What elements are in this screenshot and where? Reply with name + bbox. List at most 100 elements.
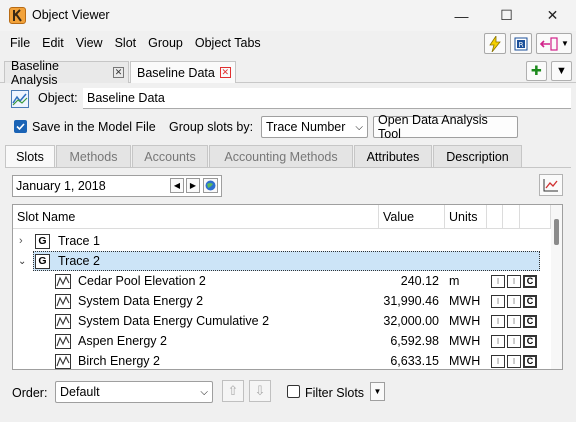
group-by-select[interactable]: Trace Number ⌵	[261, 116, 368, 138]
doc-tab-label: Baseline Data	[137, 65, 215, 80]
menu-slot[interactable]: Slot	[109, 31, 143, 55]
flag-c-icon: C	[523, 274, 537, 288]
column-header-units[interactable]: Units	[445, 205, 487, 229]
group-icon: G	[35, 253, 50, 269]
close-button[interactable]: ✕	[530, 0, 575, 31]
flag-c-icon: C	[523, 294, 537, 308]
chevron-down-icon: ⌵	[200, 386, 208, 398]
group-row-trace-1[interactable]: › G Trace 1	[13, 231, 551, 251]
slot-value[interactable]: 31,990.46	[379, 291, 439, 311]
maximize-button[interactable]: ☐	[484, 0, 529, 31]
table-row[interactable]: Aspen Energy 2 6,592.98 MWH ⁝ ⁝ C	[13, 331, 551, 351]
filter-menu-button[interactable]: ▼	[370, 382, 385, 401]
flag-c-icon: C	[523, 334, 537, 348]
tab-description[interactable]: Description	[433, 145, 522, 168]
order-select[interactable]: Default ⌵	[55, 381, 213, 403]
table-row[interactable]: Cedar Pool Elevation 2 240.12 m ⁝ ⁝ C	[13, 271, 551, 291]
globe-icon	[205, 180, 216, 191]
menu-group[interactable]: Group	[142, 31, 189, 55]
object-name-field[interactable]: Baseline Data	[83, 88, 571, 109]
column-header-flag-1[interactable]	[487, 205, 503, 229]
close-tab-icon[interactable]: ✕	[113, 67, 124, 78]
table-row[interactable]: Birch Energy 2 6,633.15 MWH ⁝ ⁝ C	[13, 351, 551, 369]
chevron-down-icon: ▼	[556, 65, 567, 77]
doc-tab-baseline-data[interactable]: Baseline Data ✕	[130, 61, 236, 83]
previous-date-button[interactable]: ◀	[170, 178, 184, 193]
slot-value[interactable]: 240.12	[379, 271, 439, 291]
slot-units: MWH	[449, 334, 481, 348]
slot-name: System Data Energy 2	[78, 294, 204, 308]
slot-units: MWH	[449, 314, 481, 328]
plot-button[interactable]	[539, 174, 563, 196]
menu-object-tabs[interactable]: Object Tabs	[189, 31, 267, 55]
save-in-model-checkbox[interactable]	[14, 120, 27, 133]
document-icon: R	[514, 37, 528, 50]
slot-units: m	[449, 274, 460, 288]
navigate-back-menu-button[interactable]: ▼	[536, 33, 572, 54]
menu-edit[interactable]: Edit	[36, 31, 70, 55]
flag-box-icon: ⁝	[491, 354, 505, 368]
flag-box-icon: ⁝	[507, 334, 521, 348]
slot-value[interactable]: 32,000.00	[379, 311, 439, 331]
flag-box-icon: ⁝	[507, 274, 521, 288]
slot-units: MWH	[449, 354, 481, 368]
tab-accounts[interactable]: Accounts	[132, 145, 208, 168]
menu-file[interactable]: File	[4, 31, 36, 55]
object-ref-button[interactable]: R	[510, 33, 532, 54]
slot-units: MWH	[449, 294, 481, 308]
series-slot-icon	[55, 333, 71, 349]
column-header-flag-3[interactable]	[520, 205, 551, 229]
slot-name: Cedar Pool Elevation 2	[78, 274, 206, 288]
series-slot-icon	[55, 313, 71, 329]
group-row-trace-2[interactable]: ⌄ G Trace 2	[13, 251, 551, 271]
chevron-down-icon: ▼	[561, 39, 569, 48]
group-label: Trace 1	[58, 234, 100, 248]
slot-value[interactable]: 6,592.98	[379, 331, 439, 351]
add-tab-button[interactable]: ✚	[526, 61, 547, 81]
scrollbar-thumb[interactable]	[554, 219, 559, 245]
column-header-value[interactable]: Value	[379, 205, 445, 229]
flag-box-icon: ⁝	[507, 314, 521, 328]
move-up-button[interactable]: ⇧	[222, 380, 244, 402]
calendar-globe-button[interactable]	[203, 178, 218, 193]
tab-methods[interactable]: Methods	[56, 145, 131, 168]
collapse-chevron-icon[interactable]: ⌄	[18, 251, 26, 271]
table-row[interactable]: System Data Energy Cumulative 2 32,000.0…	[13, 311, 551, 331]
tab-attributes[interactable]: Attributes	[354, 145, 432, 168]
slot-name: Birch Energy 2	[78, 354, 160, 368]
table-row[interactable]: System Data Energy 2 31,990.46 MWH ⁝ ⁝ C	[13, 291, 551, 311]
column-header-slot-name[interactable]: Slot Name	[13, 205, 379, 229]
doc-tab-baseline-analysis[interactable]: Baseline Analysis ✕	[4, 59, 129, 87]
series-slot-icon	[55, 353, 71, 369]
object-label: Object:	[38, 91, 78, 105]
flag-c-icon: C	[523, 314, 537, 328]
next-date-button[interactable]: ▶	[186, 178, 200, 193]
object-type-icon	[11, 90, 29, 108]
plus-icon: ✚	[531, 63, 542, 78]
flag-box-icon: ⁝	[507, 354, 521, 368]
filter-slots-label: Filter Slots	[305, 386, 365, 400]
slot-table: Slot Name Value Units › G Trace 1 ⌄ G Tr…	[12, 204, 563, 370]
menu-view[interactable]: View	[70, 31, 109, 55]
close-tab-icon[interactable]: ✕	[219, 67, 231, 78]
flag-box-icon: ⁝	[491, 294, 505, 308]
tab-list-button[interactable]: ▼	[551, 61, 572, 81]
move-down-button[interactable]: ⇩	[249, 380, 271, 402]
order-label: Order:	[12, 386, 48, 400]
order-value: Default	[60, 385, 100, 399]
minimize-button[interactable]: —	[439, 0, 484, 31]
group-by-label: Group slots by:	[169, 120, 254, 134]
column-header-flag-2[interactable]	[503, 205, 520, 229]
svg-text:R: R	[519, 41, 524, 49]
slot-value[interactable]: 6,633.15	[379, 351, 439, 369]
flag-box-icon: ⁝	[491, 334, 505, 348]
tab-slots[interactable]: Slots	[5, 145, 55, 168]
run-lightning-button[interactable]	[484, 33, 506, 54]
flag-c-icon: C	[523, 354, 537, 368]
filter-slots-checkbox[interactable]	[287, 385, 300, 398]
tab-accounting-methods[interactable]: Accounting Methods	[209, 145, 353, 168]
open-data-analysis-tool-button[interactable]: Open Data Analysis Tool	[373, 113, 518, 141]
expand-chevron-icon[interactable]: ›	[19, 231, 23, 251]
lightning-icon	[489, 35, 501, 52]
arrow-up-icon: ⇧	[227, 383, 239, 398]
